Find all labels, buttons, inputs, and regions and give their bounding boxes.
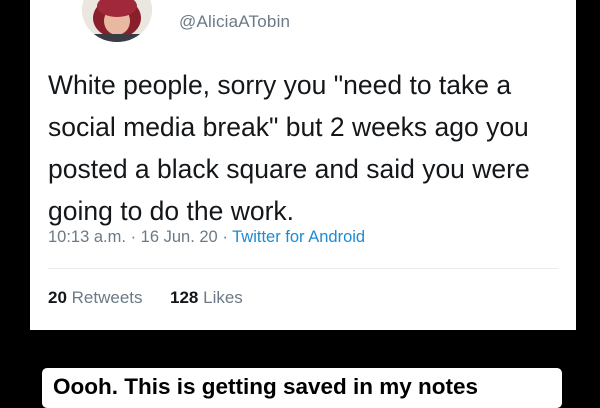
meta-separator: · <box>222 228 228 246</box>
avatar[interactable] <box>82 0 152 42</box>
like-label: Likes <box>203 288 243 307</box>
retweet-count: 20 <box>48 288 67 307</box>
tweet-stats: 20 Retweets 128 Likes <box>48 288 243 308</box>
tweet-time: 10:13 a.m. <box>48 228 126 246</box>
caption-box: Oooh. This is getting saved in my notes <box>42 368 562 408</box>
tweet-text: White people, sorry you "need to take a … <box>48 70 530 226</box>
tweet-handle[interactable]: @AliciaATobin <box>179 12 290 32</box>
tweet-meta: 10:13 a.m. · 16 Jun. 20 · Twitter for An… <box>48 228 365 247</box>
retweet-label: Retweets <box>71 288 143 307</box>
caption-text: Oooh. This is getting saved in my notes <box>53 374 479 399</box>
likes-stat[interactable]: 128 Likes <box>170 288 243 307</box>
tweet-card: @AliciaATobin White people, sorry you "n… <box>30 0 576 330</box>
tweet-source-link[interactable]: Twitter for Android <box>232 228 365 246</box>
divider <box>48 268 558 269</box>
retweets-stat[interactable]: 20 Retweets <box>48 288 143 307</box>
avatar-image <box>82 0 152 42</box>
meta-separator: · <box>130 228 137 246</box>
like-count: 128 <box>170 288 199 307</box>
tweet-date: 16 Jun. 20 <box>140 228 218 246</box>
